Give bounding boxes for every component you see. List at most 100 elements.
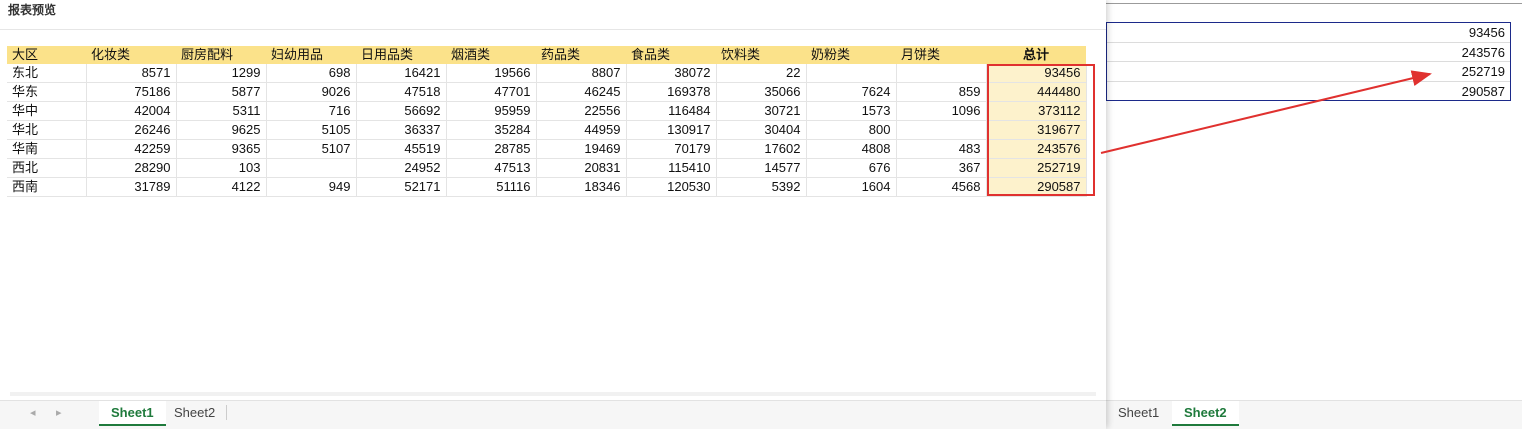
value-cell: 44959 bbox=[536, 120, 627, 140]
value-cell: 676 bbox=[806, 158, 897, 178]
report-table: 大区 化妆类 厨房配料 妇幼用品 日用品类 烟酒类 药品类 食品类 饮料类 奶粉类 月饼类 总计 东北… bbox=[7, 46, 1087, 197]
value-cell: 24952 bbox=[356, 158, 447, 178]
value-cell: 8807 bbox=[536, 64, 627, 83]
value-cell: 28785 bbox=[446, 139, 537, 159]
value-cell: 5311 bbox=[176, 101, 267, 121]
value-cell: 42259 bbox=[86, 139, 177, 159]
prev-sheet-icon[interactable]: ◂ bbox=[30, 406, 36, 419]
header-category: 日用品类 bbox=[356, 46, 446, 64]
tab-sheet2-right[interactable]: Sheet2 bbox=[1172, 401, 1239, 426]
value-cell: 4568 bbox=[896, 177, 987, 197]
total-cell: 319677 bbox=[986, 120, 1087, 140]
horizontal-scrollbar[interactable] bbox=[10, 392, 1096, 396]
table-row: 华中 42004 5311 716 56692 95959 22556 116484 30721… bbox=[7, 101, 1087, 121]
value-cell: 859 bbox=[896, 82, 987, 102]
cell-value[interactable]: 93456 bbox=[1107, 23, 1510, 43]
value-cell: 120530 bbox=[626, 177, 717, 197]
selected-range[interactable]: 93456 243576 252719 290587 bbox=[1106, 22, 1511, 101]
value-cell: 35066 bbox=[716, 82, 807, 102]
table-row: 华南 42259 9365 5107 45519 28785 19469 70179 17602… bbox=[7, 139, 1087, 159]
tab-sheet1[interactable]: Sheet1 bbox=[99, 401, 166, 426]
value-cell: 52171 bbox=[356, 177, 447, 197]
cell-value[interactable]: 290587 bbox=[1107, 82, 1510, 102]
value-cell: 800 bbox=[806, 120, 897, 140]
value-cell: 31789 bbox=[86, 177, 177, 197]
value-cell: 70179 bbox=[626, 139, 717, 159]
value-cell: 1096 bbox=[896, 101, 987, 121]
value-cell: 9625 bbox=[176, 120, 267, 140]
total-cell: 444480 bbox=[986, 82, 1087, 102]
value-cell: 51116 bbox=[446, 177, 537, 197]
value-cell: 36337 bbox=[356, 120, 447, 140]
value-cell: 38072 bbox=[626, 64, 717, 83]
value-cell: 95959 bbox=[446, 101, 537, 121]
value-cell: 7624 bbox=[806, 82, 897, 102]
value-cell: 5877 bbox=[176, 82, 267, 102]
title-divider bbox=[0, 29, 1106, 30]
value-cell: 1604 bbox=[806, 177, 897, 197]
cell-value[interactable]: 252719 bbox=[1107, 62, 1510, 82]
value-cell: 30404 bbox=[716, 120, 807, 140]
value-cell: 116484 bbox=[626, 101, 717, 121]
sheet-tab-bar: ◂ ▸ Sheet1 Sheet2 bbox=[0, 400, 1106, 429]
value-cell: 367 bbox=[896, 158, 987, 178]
region-cell: 华南 bbox=[7, 139, 87, 159]
value-cell bbox=[266, 158, 357, 178]
region-cell: 华北 bbox=[7, 120, 87, 140]
value-cell: 9026 bbox=[266, 82, 357, 102]
tab-sheet2[interactable]: Sheet2 bbox=[162, 401, 227, 424]
region-cell: 华东 bbox=[7, 82, 87, 102]
value-cell: 103 bbox=[176, 158, 267, 178]
table-row: 西北 28290 103 24952 47513 20831 115410 14577 676 3… bbox=[7, 158, 1087, 178]
table-header-row: 大区 化妆类 厨房配料 妇幼用品 日用品类 烟酒类 药品类 食品类 饮料类 奶粉类 月饼类 总计 bbox=[7, 46, 1086, 64]
value-cell: 56692 bbox=[356, 101, 447, 121]
total-cell: 243576 bbox=[986, 139, 1087, 159]
value-cell: 5107 bbox=[266, 139, 357, 159]
header-category: 烟酒类 bbox=[446, 46, 536, 64]
value-cell: 8571 bbox=[86, 64, 177, 83]
value-cell: 26246 bbox=[86, 120, 177, 140]
next-sheet-icon[interactable]: ▸ bbox=[56, 406, 62, 419]
value-cell: 130917 bbox=[626, 120, 717, 140]
header-category: 厨房配料 bbox=[176, 46, 266, 64]
value-cell: 30721 bbox=[716, 101, 807, 121]
value-cell: 716 bbox=[266, 101, 357, 121]
value-cell bbox=[896, 120, 987, 140]
preview-title: 报表预览 bbox=[8, 3, 57, 17]
sheet-tab-bar-right: Sheet1 Sheet2 bbox=[1106, 400, 1522, 429]
value-cell: 698 bbox=[266, 64, 357, 83]
total-cell: 252719 bbox=[986, 158, 1087, 178]
value-cell: 483 bbox=[896, 139, 987, 159]
value-cell: 5105 bbox=[266, 120, 357, 140]
value-cell: 1573 bbox=[806, 101, 897, 121]
value-cell: 35284 bbox=[446, 120, 537, 140]
value-cell: 19566 bbox=[446, 64, 537, 83]
value-cell: 169378 bbox=[626, 82, 717, 102]
tab-sheet1-right[interactable]: Sheet1 bbox=[1106, 401, 1171, 424]
region-cell: 东北 bbox=[7, 64, 87, 83]
value-cell: 14577 bbox=[716, 158, 807, 178]
sheet2-area: 93456 243576 252719 290587 Sheet1 Sheet2 bbox=[1106, 0, 1522, 429]
region-cell: 华中 bbox=[7, 101, 87, 121]
value-cell: 16421 bbox=[356, 64, 447, 83]
value-cell: 5392 bbox=[716, 177, 807, 197]
value-cell: 28290 bbox=[86, 158, 177, 178]
total-cell: 290587 bbox=[986, 177, 1087, 197]
tab-divider bbox=[226, 405, 227, 420]
table-row: 东北 8571 1299 698 16421 19566 8807 38072 22 93456 bbox=[7, 64, 1087, 83]
value-cell: 17602 bbox=[716, 139, 807, 159]
cell-value[interactable]: 243576 bbox=[1107, 43, 1510, 62]
value-cell: 949 bbox=[266, 177, 357, 197]
total-cell: 93456 bbox=[986, 64, 1087, 83]
value-cell: 22 bbox=[716, 64, 807, 83]
header-category: 药品类 bbox=[536, 46, 626, 64]
total-cell: 373112 bbox=[986, 101, 1087, 121]
value-cell: 115410 bbox=[626, 158, 717, 178]
value-cell: 19469 bbox=[536, 139, 627, 159]
value-cell: 18346 bbox=[536, 177, 627, 197]
region-cell: 西北 bbox=[7, 158, 87, 178]
header-category: 妇幼用品 bbox=[266, 46, 356, 64]
header-category: 饮料类 bbox=[716, 46, 806, 64]
value-cell: 47513 bbox=[446, 158, 537, 178]
value-cell bbox=[896, 64, 987, 83]
